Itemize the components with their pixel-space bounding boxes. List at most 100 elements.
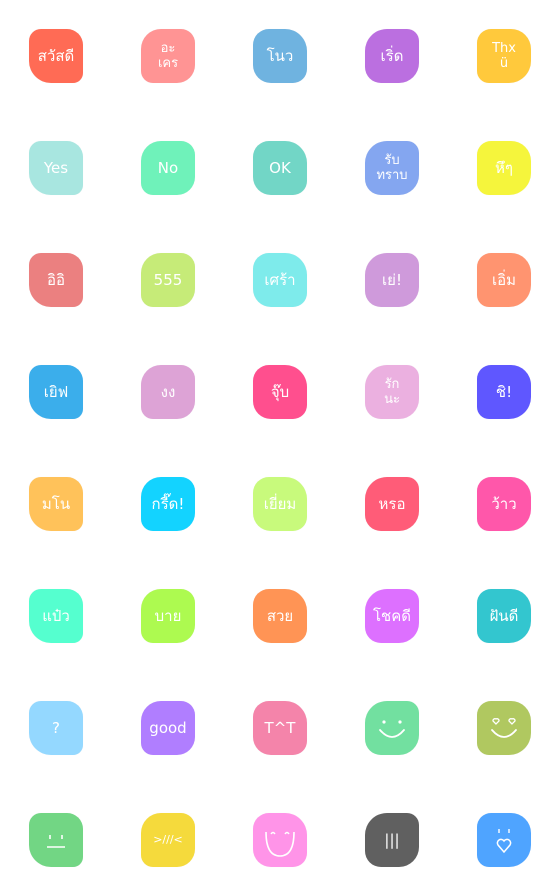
sticker-item[interactable]: Yes (0, 112, 112, 224)
sticker-item[interactable]: โชคดี (336, 560, 448, 672)
sticker-blob: กรี๊ด! (141, 477, 195, 531)
sticker-item[interactable]: แป๋ว (0, 560, 112, 672)
sticker-label: จุ๊บ (270, 383, 290, 401)
sticker-blob: เศร้า (253, 253, 307, 307)
sticker-grid: สวัสดี อะ เคร โนว เริ่ด Thx ü Yes No OK รับ ทราบ หึๆ… (0, 0, 560, 896)
sticker-item[interactable] (336, 672, 448, 784)
sticker-label: อิอิ (46, 271, 66, 289)
sticker-item[interactable]: ||| (336, 784, 448, 896)
sticker-label: ว้าว (491, 495, 517, 513)
sticker-item[interactable]: งง (112, 336, 224, 448)
sticker-label: เยิฟ (43, 383, 69, 401)
sticker-blob: สวย (253, 589, 307, 643)
sticker-item[interactable]: บาย (112, 560, 224, 672)
sticker-item[interactable] (448, 784, 560, 896)
sticker-label-line2: ทราบ (376, 168, 408, 183)
sticker-label: เริ่ด (380, 47, 404, 65)
sticker-blob: ว้าว (477, 477, 531, 531)
sticker-item[interactable]: จุ๊บ (224, 336, 336, 448)
sticker-label: โนว (266, 47, 294, 65)
sticker-item[interactable]: ว้าว (448, 448, 560, 560)
sticker-blob (365, 701, 419, 755)
sticker-label: No (157, 159, 179, 177)
sticker-label: ชิ! (495, 383, 513, 401)
sticker-item[interactable]: 555 (112, 224, 224, 336)
sticker-label: >///< (153, 833, 183, 846)
sticker-blob (477, 813, 531, 867)
sticker-item[interactable]: เศร้า (224, 224, 336, 336)
sticker-item[interactable]: good (112, 672, 224, 784)
sticker-item[interactable]: รับ ทราบ (336, 112, 448, 224)
sticker-label: สวย (266, 607, 294, 625)
sticker-item[interactable]: สวย (224, 560, 336, 672)
sticker-label: หึๆ (495, 159, 513, 177)
sticker-label-line2: ü (499, 56, 509, 71)
sticker-label: good (149, 719, 187, 737)
sticker-blob: >///< (141, 813, 195, 867)
sticker-blob: ฝันดี (477, 589, 531, 643)
sticker-blob: อิอิ (29, 253, 83, 307)
sticker-item[interactable]: ? (0, 672, 112, 784)
neutral-face-icon (47, 835, 65, 848)
sticker-item[interactable] (224, 784, 336, 896)
sticker-label: รับ (384, 153, 400, 168)
sticker-label: สวัสดี (37, 47, 75, 65)
sticker-label: บาย (154, 607, 182, 625)
sticker-item[interactable]: มโน (0, 448, 112, 560)
sticker-blob: T^T (253, 701, 307, 755)
sticker-label: กรี๊ด! (151, 495, 185, 513)
sticker-item[interactable]: กรี๊ด! (112, 448, 224, 560)
sticker-item[interactable]: อิอิ (0, 224, 112, 336)
sticker-blob: สวัสดี (29, 29, 83, 83)
sticker-item[interactable] (448, 672, 560, 784)
sticker-label: อะ (160, 41, 176, 56)
sticker-item[interactable]: รัก นะ (336, 336, 448, 448)
sticker-blob: อะ เคร (141, 29, 195, 83)
sticker-label: ||| (384, 831, 400, 849)
sticker-item[interactable]: หรอ (336, 448, 448, 560)
sticker-item[interactable]: >///< (112, 784, 224, 896)
sticker-item[interactable]: อะ เคร (112, 0, 224, 112)
sticker-item[interactable]: เอิ่ม (448, 224, 560, 336)
sticker-item[interactable]: OK (224, 112, 336, 224)
sticker-blob: มโน (29, 477, 83, 531)
sticker-blob: เย่! (365, 253, 419, 307)
sticker-item[interactable]: ชิ! (448, 336, 560, 448)
sticker-item[interactable]: เยิฟ (0, 336, 112, 448)
sticker-blob: ||| (365, 813, 419, 867)
sticker-blob: 555 (141, 253, 195, 307)
sticker-label: งง (160, 383, 176, 401)
sticker-blob: เยิฟ (29, 365, 83, 419)
sticker-blob: แป๋ว (29, 589, 83, 643)
sticker-label: เอิ่ม (491, 271, 517, 289)
sticker-blob (253, 813, 307, 867)
sticker-item[interactable]: No (112, 112, 224, 224)
sticker-item[interactable]: เริ่ด (336, 0, 448, 112)
sticker-item[interactable]: เย่! (336, 224, 448, 336)
sticker-item[interactable] (0, 784, 112, 896)
heart-face-icon (496, 829, 512, 854)
sticker-item[interactable]: เยี่ยม (224, 448, 336, 560)
sticker-label: Thx (492, 41, 516, 56)
sticker-blob: เริ่ด (365, 29, 419, 83)
sticker-blob: No (141, 141, 195, 195)
sticker-item[interactable]: โนว (224, 0, 336, 112)
sticker-blob (29, 813, 83, 867)
sticker-blob: ? (29, 701, 83, 755)
sticker-label: หรอ (378, 495, 406, 513)
sticker-label: มโน (41, 495, 71, 513)
sticker-blob: บาย (141, 589, 195, 643)
sticker-item[interactable]: ฝันดี (448, 560, 560, 672)
sticker-label: เย่! (382, 271, 402, 289)
sticker-blob: Thx ü (477, 29, 531, 83)
sticker-blob: หึๆ (477, 141, 531, 195)
sticker-label: รัก (384, 377, 400, 392)
sticker-item[interactable]: หึๆ (448, 112, 560, 224)
sticker-blob: เยี่ยม (253, 477, 307, 531)
sticker-blob: หรอ (365, 477, 419, 531)
sticker-item[interactable]: สวัสดี (0, 0, 112, 112)
sticker-item[interactable]: Thx ü (448, 0, 560, 112)
sticker-item[interactable]: T^T (224, 672, 336, 784)
sticker-blob: OK (253, 141, 307, 195)
sticker-blob: โชคดี (365, 589, 419, 643)
